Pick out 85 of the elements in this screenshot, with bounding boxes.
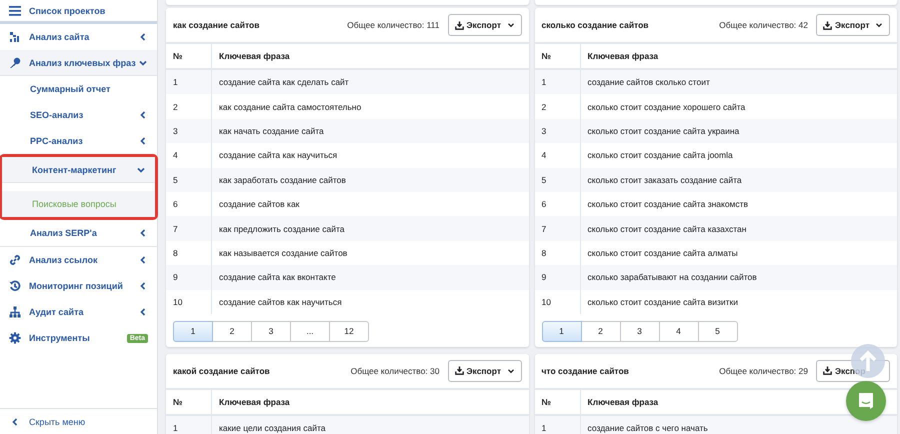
table-cell: как предложить создание сайта bbox=[212, 216, 528, 241]
sidebar-item[interactable]: Суммарный отчет bbox=[0, 76, 157, 102]
page-button[interactable]: ... bbox=[290, 320, 330, 342]
page-button[interactable]: 4 bbox=[658, 320, 698, 342]
table-cell: создание сайтов сколько стоит bbox=[580, 69, 897, 94]
export-button[interactable]: Экспорт bbox=[448, 14, 522, 36]
total-count: Общее количество: 30 bbox=[350, 366, 440, 376]
table-cell: 3 bbox=[534, 118, 580, 144]
sidebar-item[interactable]: Аудит сайта bbox=[0, 299, 157, 325]
column-header: Ключевая фраза bbox=[212, 43, 528, 69]
table-cell: сколько стоит создание сайта joomla bbox=[580, 143, 897, 168]
table-cell: сколько стоит создание хорошего сайта bbox=[580, 94, 897, 119]
total-count: Общее количество: 42 bbox=[719, 20, 808, 30]
export-button[interactable]: Экспорт bbox=[816, 14, 890, 36]
column-header: № bbox=[166, 388, 212, 415]
export-button[interactable]: Экспорт bbox=[448, 360, 522, 382]
table-cell: 10 bbox=[166, 290, 212, 314]
table-cell: 5 bbox=[166, 168, 212, 192]
settings-icon bbox=[9, 332, 21, 344]
table-cell: сколько стоит создание сайта алматы bbox=[580, 240, 897, 266]
page-button[interactable]: 2 bbox=[212, 320, 252, 342]
table-cell: 1 bbox=[534, 414, 580, 434]
table-cell: создание сайта как вконтакте bbox=[212, 265, 528, 290]
page-button[interactable]: 3 bbox=[620, 320, 660, 342]
table-cell: 7 bbox=[166, 216, 212, 241]
page-button[interactable]: 3 bbox=[251, 320, 291, 342]
page-button[interactable]: 1 bbox=[173, 320, 213, 342]
table-cell: создание сайта как сделать сайт bbox=[212, 69, 528, 94]
table-cell: 1 bbox=[534, 69, 580, 94]
download-icon bbox=[454, 20, 464, 30]
sidebar-item[interactable]: Анализ ключевых фраз bbox=[0, 50, 157, 76]
hide-menu-link[interactable]: Скрыть меню bbox=[0, 408, 157, 434]
sitemap-icon bbox=[9, 306, 21, 318]
table-cell: создание сайтов как bbox=[212, 192, 528, 216]
page-button[interactable]: 5 bbox=[698, 320, 738, 342]
table-cell: создание сайта как научиться bbox=[212, 143, 528, 168]
page-button[interactable]: 1 bbox=[542, 320, 582, 342]
caret-icon bbox=[875, 21, 883, 29]
project-list-link[interactable]: Список проектов bbox=[0, 0, 157, 24]
table-cell: как начать создание сайта bbox=[212, 118, 528, 144]
sidebar-item[interactable]: Анализ ссылок bbox=[0, 247, 157, 273]
clock-icon bbox=[9, 280, 21, 292]
download-icon bbox=[454, 366, 464, 376]
chat-icon bbox=[856, 391, 876, 411]
column-header: Ключевая фраза bbox=[212, 388, 528, 415]
table-cell: как заработать создание сайтов bbox=[212, 168, 528, 192]
sidebar-item[interactable]: Мониторинг позиций bbox=[0, 273, 157, 299]
table-cell: 3 bbox=[166, 118, 212, 144]
table-cell: сколько стоит создание сайта знакомств bbox=[580, 192, 897, 216]
table-cell: 9 bbox=[166, 265, 212, 290]
panel-title: что создание сайтов bbox=[542, 366, 629, 376]
table-cell: 5 bbox=[534, 168, 580, 192]
sidebar-item[interactable]: SEO-анализ bbox=[0, 102, 157, 128]
panel-title: сколько создание сайтов bbox=[542, 20, 649, 30]
table-cell: как создание сайта самостоятельно bbox=[212, 94, 528, 119]
total-count: Общее количество: 29 bbox=[719, 366, 808, 376]
caret-icon bbox=[506, 21, 514, 29]
panel-title: как создание сайтов bbox=[173, 20, 260, 30]
caret-icon bbox=[506, 366, 514, 375]
sidebar-item[interactable]: Контент-маркетинг bbox=[2, 157, 155, 183]
menu-icon bbox=[9, 6, 21, 16]
sidebar-item[interactable]: PPC-анализ bbox=[0, 128, 157, 154]
table-cell: 9 bbox=[534, 265, 580, 290]
panel-title: какой создание сайтов bbox=[173, 366, 270, 376]
table-cell: как называется создание сайтов bbox=[212, 240, 528, 266]
table-cell: создание сайтов как научиться bbox=[212, 290, 528, 314]
table-cell: сколько стоит заказать создание сайта bbox=[580, 168, 897, 192]
page-button[interactable]: 2 bbox=[580, 320, 620, 342]
total-count: Общее количество: 111 bbox=[347, 20, 440, 30]
chart-icon bbox=[9, 31, 21, 43]
table-cell: 10 bbox=[534, 290, 580, 314]
download-icon bbox=[823, 20, 832, 30]
key-icon bbox=[9, 56, 21, 68]
link-icon bbox=[9, 254, 21, 266]
table-cell: сколько стоит создание сайта украина bbox=[580, 118, 897, 144]
sidebar-item[interactable]: Анализ сайта bbox=[0, 24, 157, 50]
table-cell: сколько стоит создание сайта казахстан bbox=[580, 216, 897, 241]
sidebar-item[interactable]: Анализ SERP'a bbox=[0, 220, 157, 246]
table-cell: сколько стоит создание сайта визитки bbox=[580, 290, 897, 314]
table-cell: сколько зарабатывают на создании сайтов bbox=[580, 265, 897, 290]
column-header: № bbox=[534, 388, 580, 415]
column-header: Ключевая фраза bbox=[580, 43, 897, 69]
table-cell: 7 bbox=[534, 216, 580, 241]
table-cell: 1 bbox=[166, 69, 212, 94]
page-button[interactable]: 12 bbox=[329, 320, 369, 342]
